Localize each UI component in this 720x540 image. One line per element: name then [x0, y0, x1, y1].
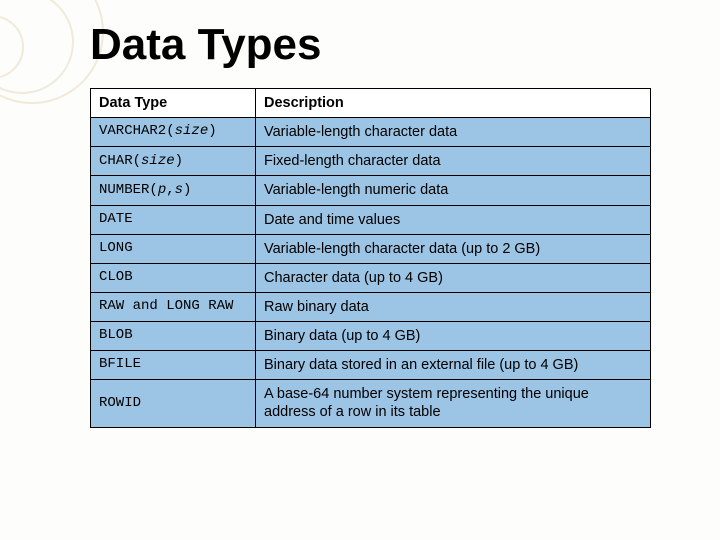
table-row: CHAR(size)Fixed-length character data — [91, 147, 651, 176]
table-row: BFILEBinary data stored in an external f… — [91, 351, 651, 380]
cell-data-type: CHAR(size) — [91, 147, 256, 176]
cell-data-type: LONG — [91, 234, 256, 263]
cell-description: Date and time values — [256, 205, 651, 234]
cell-description: Variable-length character data — [256, 118, 651, 147]
cell-description: Binary data stored in an external file (… — [256, 351, 651, 380]
cell-description: Binary data (up to 4 GB) — [256, 322, 651, 351]
page-title: Data Types — [90, 20, 680, 70]
table-row: RAW and LONG RAWRaw binary data — [91, 292, 651, 321]
table-row: DATEDate and time values — [91, 205, 651, 234]
cell-data-type: DATE — [91, 205, 256, 234]
cell-description: Variable-length character data (up to 2 … — [256, 234, 651, 263]
cell-description: Raw binary data — [256, 292, 651, 321]
header-data-type: Data Type — [91, 89, 256, 118]
cell-data-type: VARCHAR2(size) — [91, 118, 256, 147]
table-row: CLOBCharacter data (up to 4 GB) — [91, 263, 651, 292]
header-description: Description — [256, 89, 651, 118]
cell-description: Variable-length numeric data — [256, 176, 651, 205]
cell-data-type: ROWID — [91, 380, 256, 427]
cell-data-type: CLOB — [91, 263, 256, 292]
table-row: BLOBBinary data (up to 4 GB) — [91, 322, 651, 351]
cell-description: Character data (up to 4 GB) — [256, 263, 651, 292]
slide: Data Types Data Type Description VARCHAR… — [0, 0, 720, 540]
table-row: VARCHAR2(size)Variable-length character … — [91, 118, 651, 147]
cell-data-type: BFILE — [91, 351, 256, 380]
cell-data-type: NUMBER(p,s) — [91, 176, 256, 205]
table-header-row: Data Type Description — [91, 89, 651, 118]
table-row: NUMBER(p,s)Variable-length numeric data — [91, 176, 651, 205]
table-row: LONGVariable-length character data (up t… — [91, 234, 651, 263]
cell-description: A base-64 number system representing the… — [256, 380, 651, 427]
data-types-table: Data Type Description VARCHAR2(size)Vari… — [90, 88, 651, 428]
cell-data-type: BLOB — [91, 322, 256, 351]
cell-data-type: RAW and LONG RAW — [91, 292, 256, 321]
table-row: ROWIDA base-64 number system representin… — [91, 380, 651, 427]
cell-description: Fixed-length character data — [256, 147, 651, 176]
table-body: VARCHAR2(size)Variable-length character … — [91, 118, 651, 427]
